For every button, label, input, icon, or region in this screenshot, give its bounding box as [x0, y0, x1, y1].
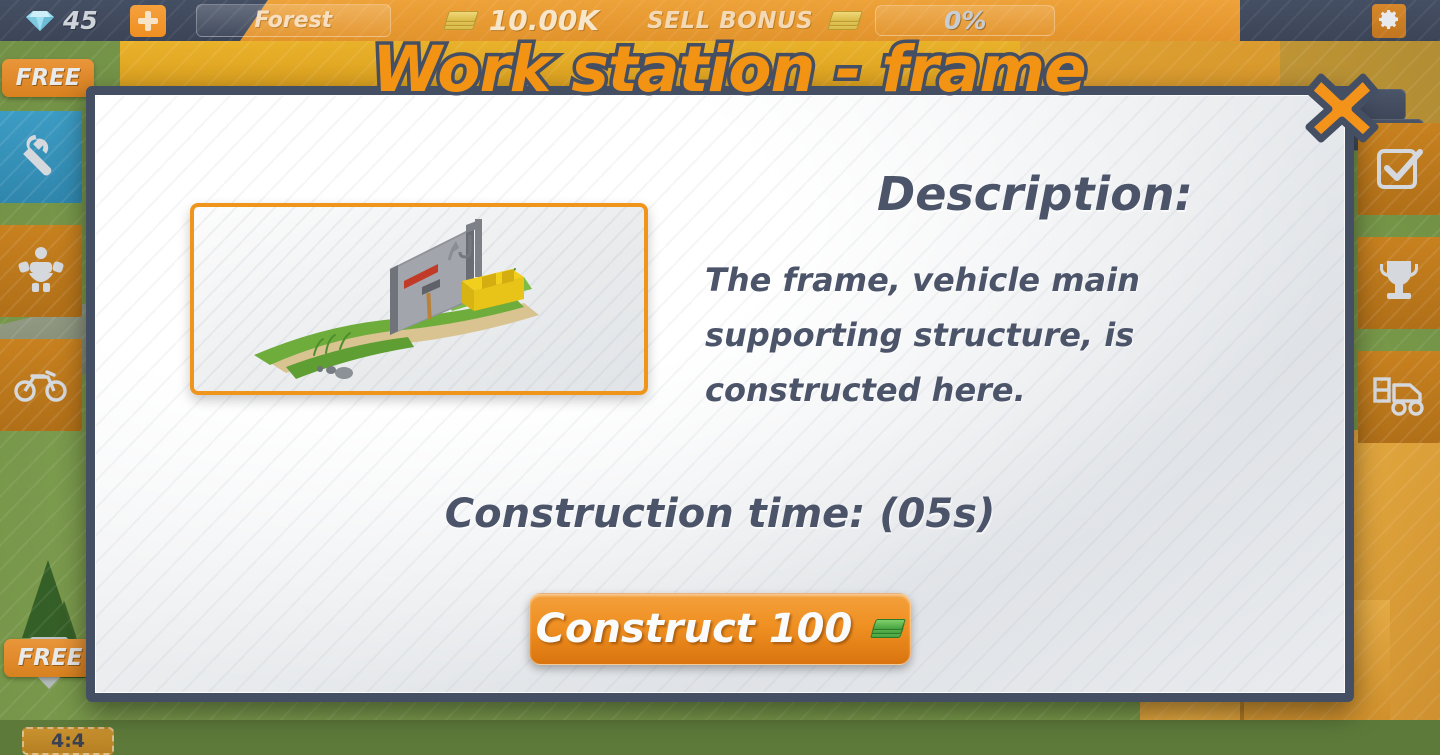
free-label: FREE — [16, 65, 81, 91]
construct-button-label: Construct 100 — [536, 606, 853, 652]
free-gems-button-secondary[interactable]: FREE — [4, 639, 96, 677]
cash-stack-icon — [443, 11, 477, 31]
motorcycle-icon — [14, 363, 68, 407]
sidebar-item-deals[interactable] — [0, 225, 82, 317]
wrench-icon — [15, 129, 67, 185]
left-sidebar: FREE — [0, 41, 82, 453]
sidebar-item-delivery[interactable] — [1358, 351, 1440, 443]
free-label-2: FREE — [18, 645, 83, 671]
cash-stack-icon — [827, 11, 861, 31]
sell-bonus-value: 0% — [944, 6, 986, 35]
timer-label: 4:4 — [51, 730, 85, 752]
work-station-dialog: Work station - frame — [86, 86, 1354, 702]
add-gems-button[interactable] — [130, 5, 166, 37]
page-title: Work station - frame — [95, 33, 1363, 106]
zone-name-label: Forest — [254, 8, 332, 33]
cash-stack-icon — [870, 619, 904, 639]
description-text: The frame, vehicle main supporting struc… — [705, 253, 1175, 418]
free-gems-button[interactable]: FREE — [2, 59, 94, 97]
gear-icon — [1377, 7, 1401, 35]
diamond-icon — [26, 11, 54, 31]
gem-count: 45 — [63, 6, 98, 35]
description-heading: Description: — [755, 167, 1315, 221]
construct-button[interactable]: Construct 100 — [529, 593, 911, 665]
work-station-frame-preview — [190, 203, 648, 395]
checkbox-tasks-icon — [1374, 142, 1424, 196]
close-x-icon[interactable] — [1305, 73, 1379, 143]
sidebar-item-achievements[interactable] — [1358, 237, 1440, 329]
handshake-icon — [15, 243, 67, 299]
sidebar-item-garage[interactable] — [0, 111, 82, 203]
forklift-truck-icon — [1372, 373, 1426, 421]
free-gems-timer: 4:4 — [22, 727, 114, 755]
sidebar-item-vehicles[interactable] — [0, 339, 82, 431]
sell-bonus-label: SELL BONUS — [647, 8, 813, 34]
construction-time-label: Construction time: (05s) — [95, 491, 1345, 537]
settings-button[interactable] — [1372, 4, 1406, 38]
trophy-icon — [1374, 256, 1424, 310]
sell-bonus-pill[interactable]: 0% — [875, 5, 1055, 36]
